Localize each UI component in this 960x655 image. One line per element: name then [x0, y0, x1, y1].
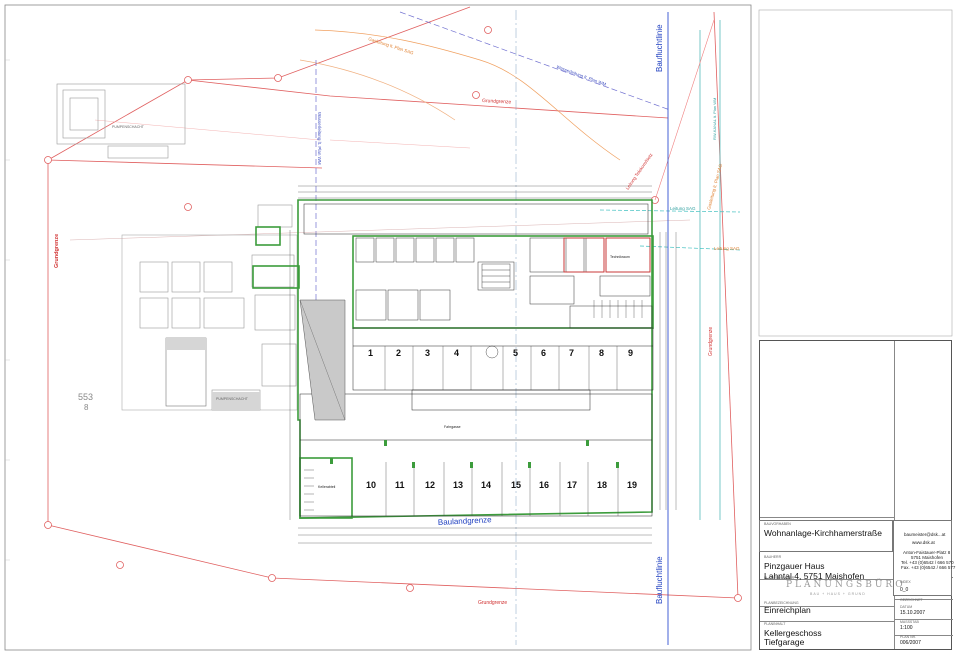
- parking-space-number: 7: [569, 348, 574, 358]
- parking-space-number: 18: [597, 480, 607, 490]
- side-frame-top: [758, 9, 953, 337]
- label-baufluchtlinie-top: Baufluchtlinie: [655, 24, 664, 72]
- garage-ramp: [299, 299, 346, 421]
- date-caption: DATUM: [900, 605, 913, 609]
- label-baufluchtlinie-bottom: Baufluchtlinie: [655, 556, 664, 604]
- parking-space-number: 17: [567, 480, 577, 490]
- label-parcel-sub: 8: [84, 403, 89, 412]
- tb-divider: [760, 517, 894, 518]
- parking-space-number: 6: [541, 348, 546, 358]
- frame-ticks: [5, 59, 10, 561]
- plan-type: Einreichplan: [764, 605, 811, 615]
- label-grundgrenze-top: Grundgrenze: [482, 98, 512, 106]
- gezeichnet-caption: GEZEICHNET: [900, 598, 923, 602]
- date-value: 15.10.2007: [900, 610, 926, 616]
- parking-space-number: 14: [481, 480, 491, 490]
- scale-value: 1:100: [900, 625, 913, 631]
- parking-space-number: 12: [425, 480, 435, 490]
- planner-logo: PLANUNGSBÜRO: [786, 580, 906, 590]
- staircase: [481, 263, 511, 359]
- contact-web: www.dsk.at: [912, 540, 935, 545]
- plan-no-value: 006/2007: [900, 640, 921, 646]
- label-baulandgrenze: Baulandgrenze: [438, 515, 493, 527]
- owner-caption: BAUHERR: [764, 555, 782, 559]
- project-name: Wohnanlage-Kirchhamerstraße: [764, 528, 882, 538]
- label-leitung-sag-1: Leitung SAG: [670, 206, 696, 211]
- parking-space-number: 9: [628, 348, 633, 358]
- parking-numbers: 1 2 3 4 5 6 7 8 9 10 11 12 13 14 15 16 1…: [366, 348, 637, 490]
- contact-fax: Fax. +43 (0)6542 / 666 577: [901, 565, 956, 570]
- label-pumpenschacht-2: PUMPENSCHACHT: [216, 397, 249, 401]
- parking-space-number: 11: [395, 480, 405, 490]
- parking-space-number: 16: [539, 480, 549, 490]
- label-leitung-sag-2: Leitung SAG: [714, 246, 740, 251]
- label-fahrgasse: Fahrgasse: [444, 425, 461, 429]
- bike-racks: [304, 300, 643, 511]
- label-kellerabteil: Kellerabteil: [318, 485, 336, 489]
- content-line-2: Tiefgarage: [764, 637, 805, 647]
- label-parcel-number: 553: [78, 392, 93, 402]
- technical-room-outline: [563, 237, 651, 273]
- plan-no-caption: PLAN NR.: [900, 635, 917, 639]
- columns: [330, 440, 619, 468]
- parking-space-number: 10: [366, 480, 376, 490]
- label-grundgrenze-bottom: Grundgrenze: [478, 600, 507, 606]
- label-grundgrenze-left: Grundgrenze: [54, 234, 60, 268]
- parking-space-number: 13: [453, 480, 463, 490]
- planner-logo-sub: BAU + HAUS + GRUND: [810, 592, 866, 596]
- tb-vertical-divider: [894, 341, 895, 649]
- parking-space-number: 1: [368, 348, 373, 358]
- cellar-rooms: [355, 237, 653, 329]
- parking-space-number: 8: [599, 348, 604, 358]
- index-value: 0_0: [900, 587, 909, 593]
- parking-space-number: 5: [513, 348, 518, 358]
- label-wasserleitung-diag: Wasserleitung lt. Plan WM: [556, 64, 607, 87]
- label-wasserleitung-vert: Wasserleitung lt. Plan WM: [317, 112, 322, 165]
- label-technikraum: Technikraum: [610, 255, 630, 259]
- scale-caption: MASSSTAB: [900, 620, 919, 624]
- parking-dividers: [384, 346, 619, 516]
- label-rw-kanal: RW-KANAL lt. Plan WM: [712, 98, 717, 140]
- parking-space-number: 2: [396, 348, 401, 358]
- index-caption: INDEX: [900, 580, 911, 584]
- survey-points: [44, 26, 742, 602]
- plot-boundary-lines: [47, 6, 739, 599]
- neighbour-buildings: [56, 83, 298, 411]
- label-leitung-telekom: Leitung Telekom/Netz: [625, 152, 654, 191]
- parking-space-number: 4: [454, 348, 459, 358]
- contact-email: baumeister@dsk...at: [904, 532, 946, 537]
- label-gasleitung: Gasleitung lt. Plan SAG: [368, 36, 415, 56]
- label-pumpenschacht-1: PUMPENSCHACHT: [112, 125, 145, 129]
- plan-texts: Grundgrenze Grundgrenze Grundgrenze Grun…: [54, 24, 740, 606]
- label-grundgrenze-right: Grundgrenze: [708, 327, 714, 356]
- parking-space-number: 3: [425, 348, 430, 358]
- content-caption: PLANINHALT: [764, 622, 786, 626]
- project-caption: BAUVORHABEN: [764, 522, 791, 526]
- parking-space-number: 15: [511, 480, 521, 490]
- owner-name: Pinzgauer Haus: [764, 561, 825, 571]
- parking-space-number: 19: [627, 480, 637, 490]
